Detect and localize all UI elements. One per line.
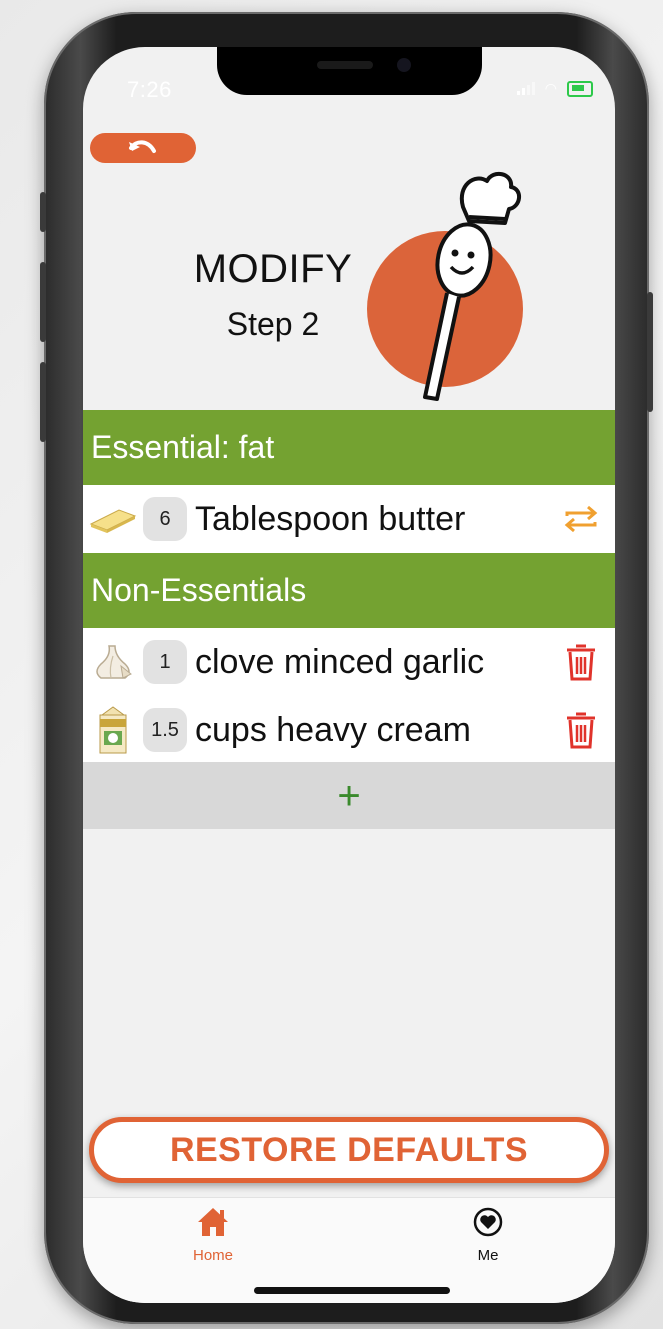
volume-up-button	[40, 262, 46, 342]
ingredient-row-butter: 6 Tablespoon butter	[83, 485, 615, 553]
butter-icon	[87, 493, 139, 545]
cream-carton-icon	[87, 704, 139, 756]
quantity-badge[interactable]: 1	[143, 640, 187, 684]
delete-button[interactable]	[553, 634, 609, 690]
trash-icon	[567, 712, 595, 749]
notch	[217, 47, 482, 95]
swap-icon	[564, 505, 598, 533]
wifi-icon: ◠	[544, 80, 557, 96]
back-button[interactable]	[90, 133, 196, 163]
page-header: MODIFY Step 2	[183, 247, 363, 343]
ingredient-name: cups heavy cream	[195, 710, 471, 749]
heart-circle-icon	[473, 1207, 503, 1237]
ingredient-name: Tablespoon butter	[195, 499, 466, 538]
home-icon	[198, 1208, 228, 1236]
add-ingredient-button[interactable]: +	[83, 762, 615, 829]
power-button	[647, 292, 653, 412]
signal-icon	[516, 82, 535, 95]
status-time: 7:26	[127, 77, 172, 102]
speaker-grille	[317, 61, 373, 69]
delete-button[interactable]	[553, 702, 609, 758]
section-essential-heading: Essential: fat	[83, 410, 615, 485]
tab-me[interactable]: Me	[428, 1206, 548, 1264]
app-screen: 7:26 ◠ MODIFY Step 2 Essential: fat 6 Ta…	[83, 47, 615, 1303]
tab-me-label: Me	[477, 1247, 499, 1264]
undo-arrow-icon	[129, 140, 156, 153]
plus-icon: +	[337, 773, 361, 818]
status-icons: ◠	[516, 80, 593, 97]
swap-button[interactable]	[553, 491, 609, 547]
garlic-icon	[87, 636, 139, 688]
ingredient-row-cream: 1.5 cups heavy cream	[83, 696, 615, 764]
battery-icon	[567, 80, 593, 97]
home-indicator	[254, 1287, 450, 1294]
front-camera	[397, 58, 411, 72]
quantity-badge[interactable]: 6	[143, 497, 187, 541]
volume-down-button	[40, 362, 46, 442]
chef-spoon-logo	[367, 171, 523, 401]
restore-defaults-button[interactable]: RESTORE DEFAULTS	[89, 1117, 609, 1183]
section-nonessential-heading: Non-Essentials	[83, 553, 615, 628]
tab-home[interactable]: Home	[153, 1206, 273, 1264]
ingredient-row-garlic: 1 clove minced garlic	[83, 628, 615, 696]
ingredient-name: clove minced garlic	[195, 642, 485, 681]
page-subtitle: Step 2	[226, 306, 320, 342]
quantity-badge[interactable]: 1.5	[143, 708, 187, 752]
page-title: MODIFY	[193, 247, 353, 291]
trash-icon	[567, 644, 595, 681]
tab-home-label: Home	[192, 1247, 233, 1264]
mute-switch	[40, 192, 46, 232]
